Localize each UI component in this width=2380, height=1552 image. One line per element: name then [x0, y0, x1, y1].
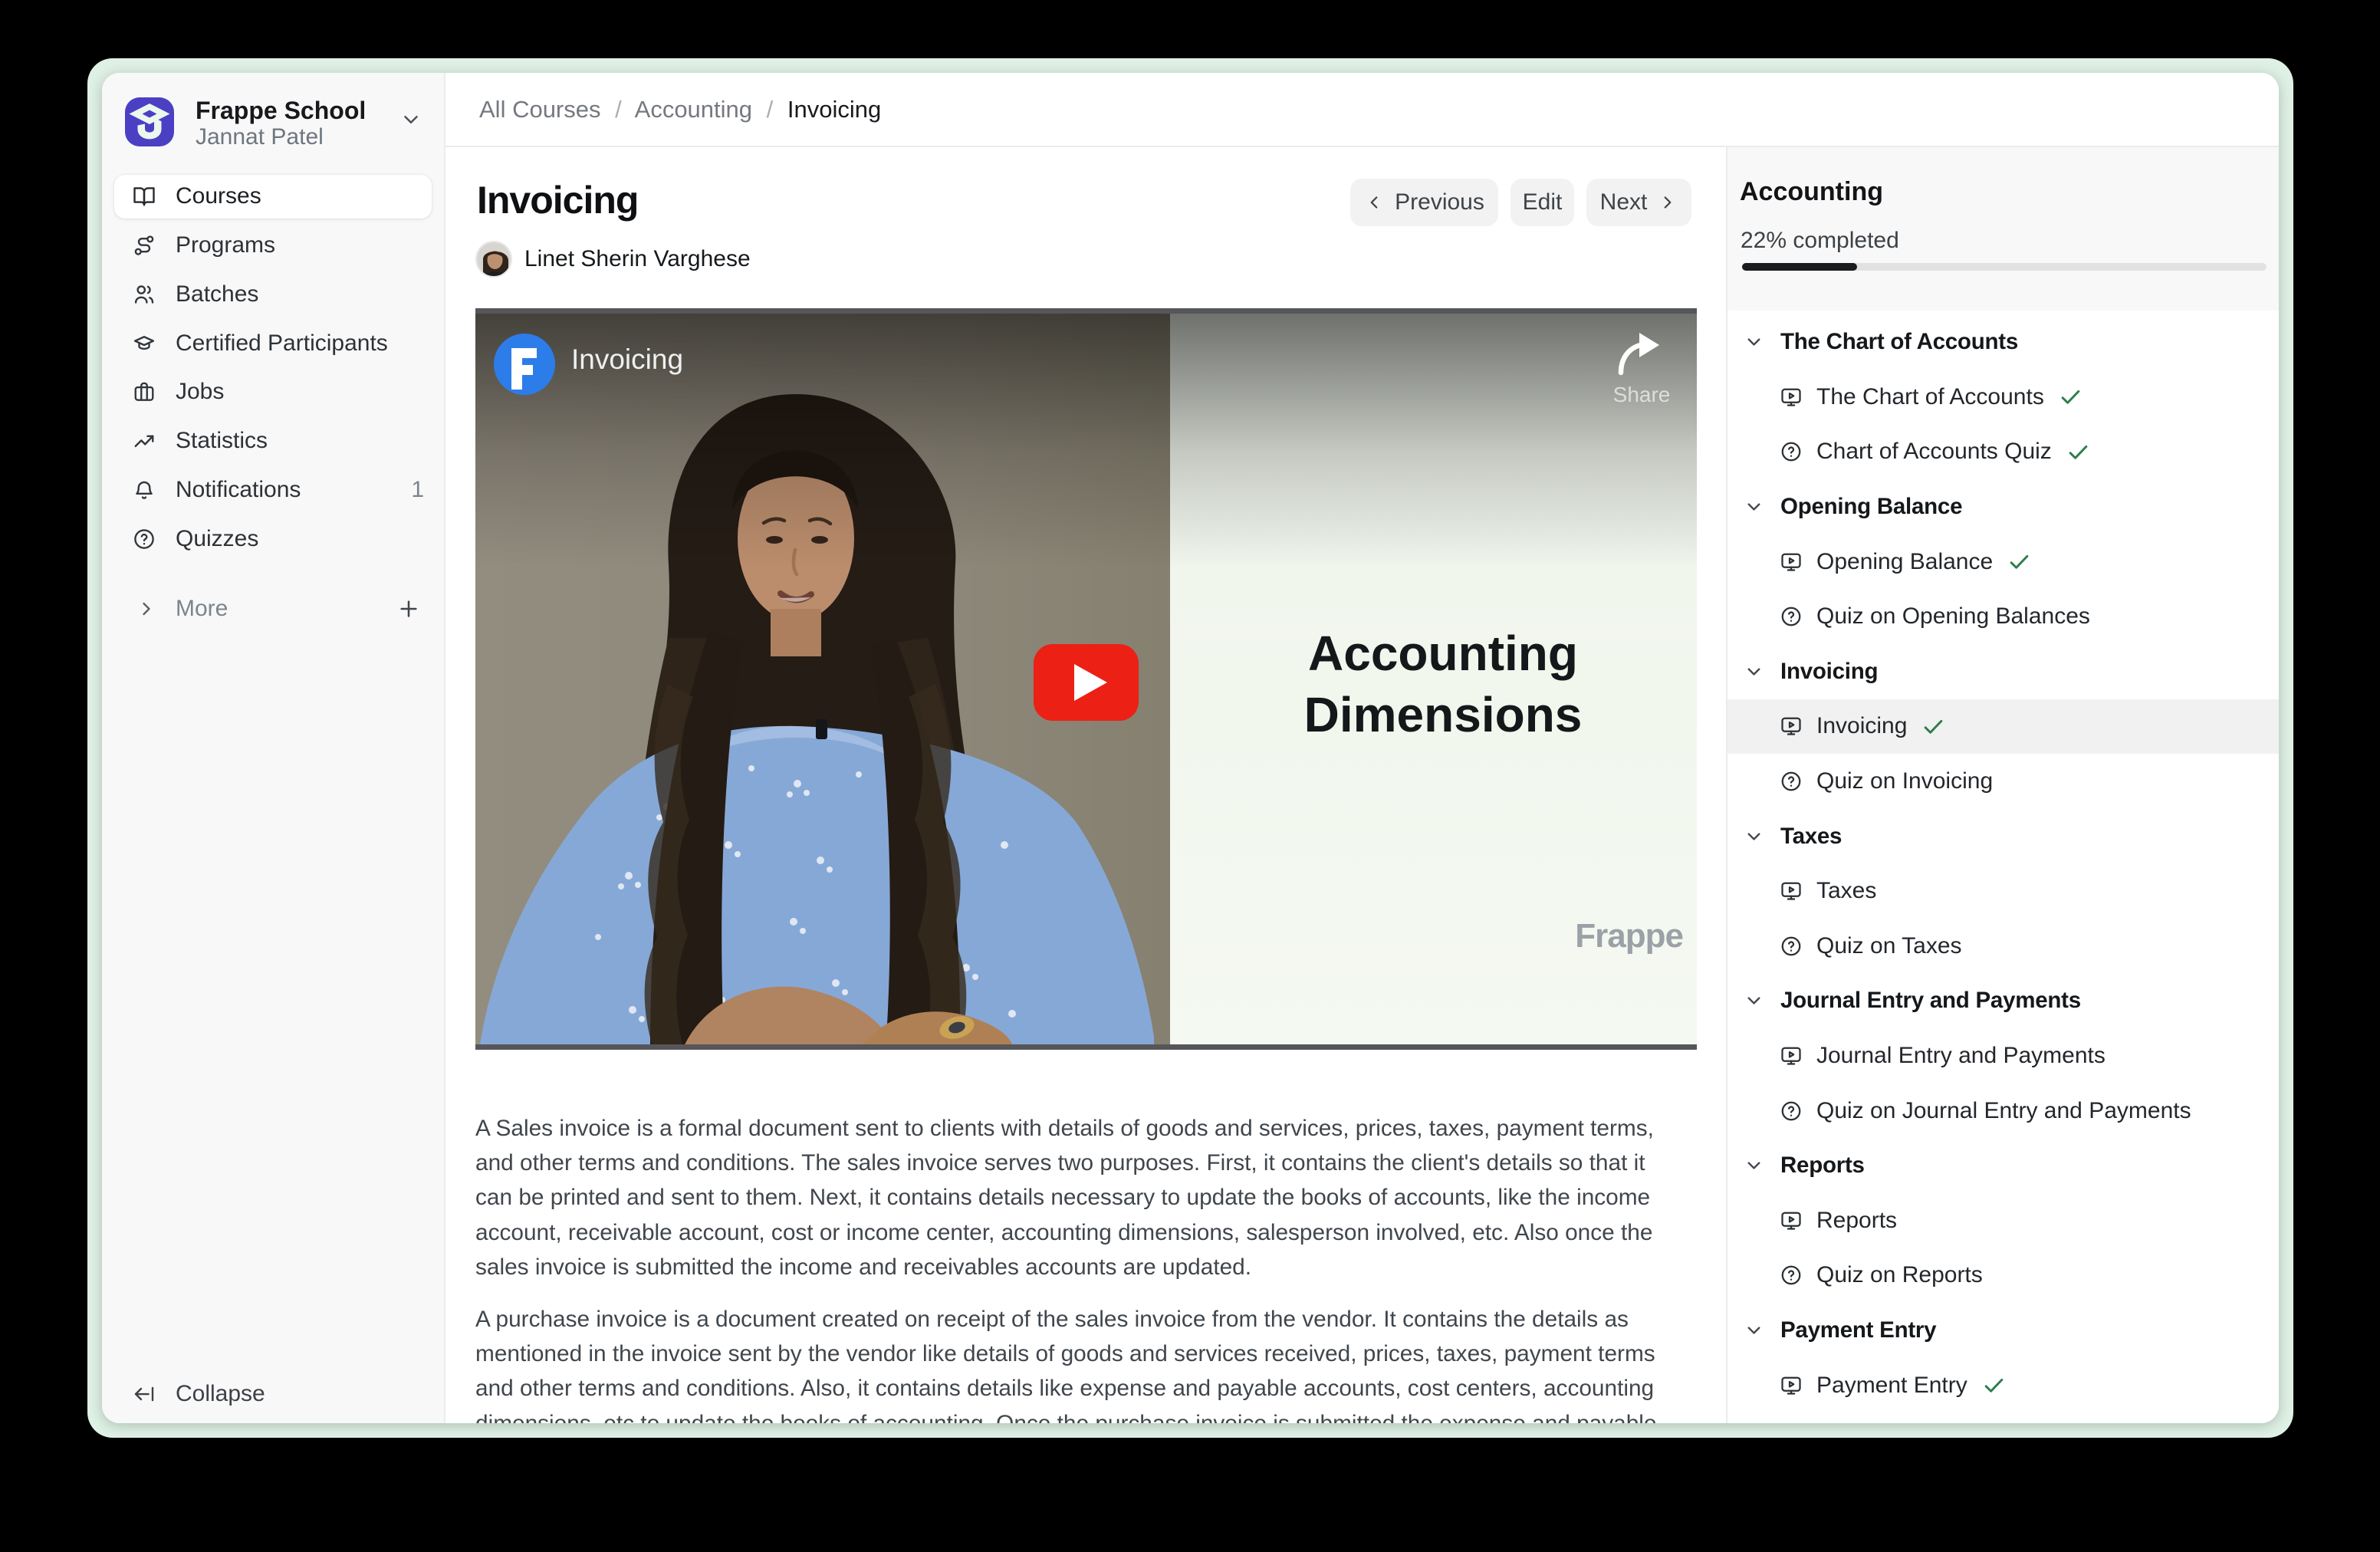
svg-text:Dimensions: Dimensions: [1304, 687, 1583, 742]
svg-text:Share: Share: [1613, 383, 1671, 406]
svg-text:Invoicing: Invoicing: [571, 344, 683, 375]
svg-text:Accounting: Accounting: [1308, 626, 1578, 681]
svg-text:Frappe: Frappe: [1575, 917, 1683, 955]
